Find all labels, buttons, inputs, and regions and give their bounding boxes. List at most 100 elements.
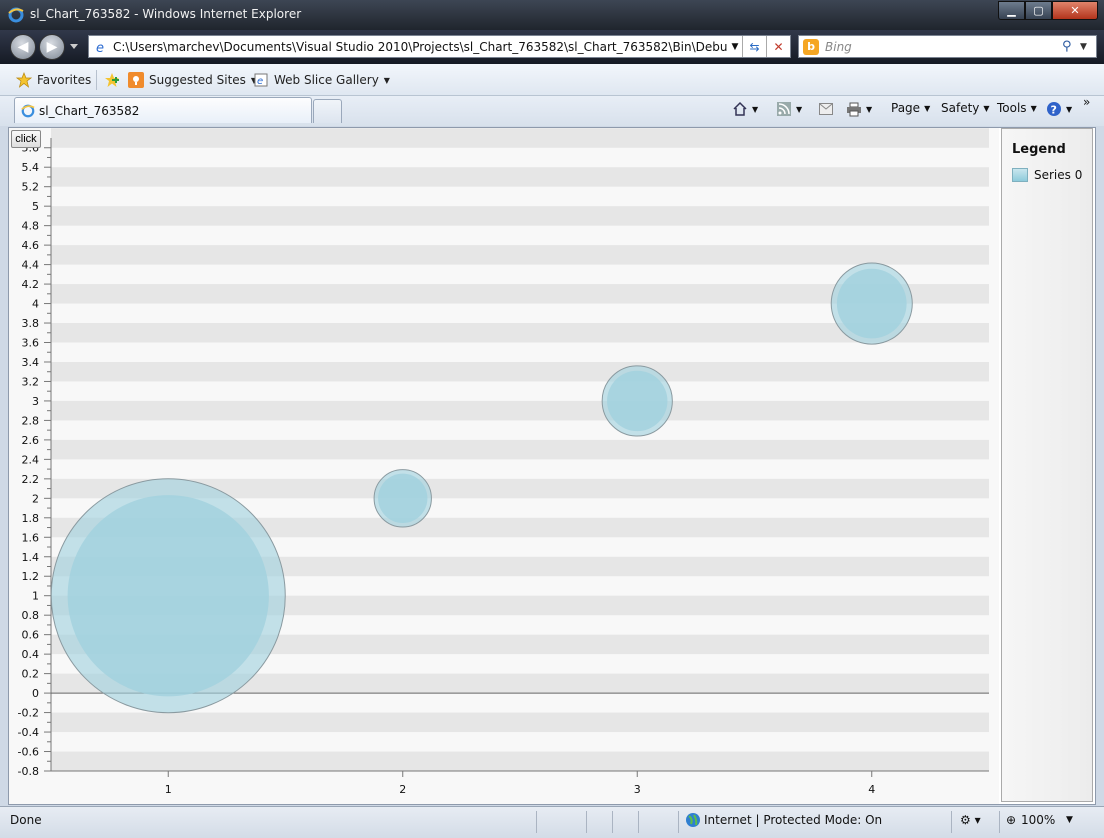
web-slice-gallery-label: Web Slice Gallery [274,73,379,87]
svg-text:e: e [257,76,263,87]
suggested-sites-icon [128,72,144,88]
y-tick-label: 3 [32,395,39,408]
minimize-button[interactable]: ▁ [998,1,1025,20]
y-tick-label: 2.4 [22,453,40,466]
web-slice-icon: e [253,72,269,88]
close-button[interactable]: ✕ [1052,1,1098,20]
bubble-core [836,268,907,339]
legend-item-series-0: Series 0 [1012,168,1082,182]
safety-menu[interactable]: Safety ▼ [941,101,990,115]
security-zone[interactable]: Internet | Protected Mode: On [704,813,882,827]
web-slice-gallery-link[interactable]: e Web Slice Gallery ▼ [253,72,390,88]
y-tick-label: 5 [32,200,39,213]
y-tick-label: 0 [32,687,39,700]
add-favorites-button[interactable] [104,72,125,88]
rss-feed-icon [776,101,792,117]
star-icon [16,72,32,88]
title-bar: sl_Chart_763582 - Windows Internet Explo… [0,0,1104,30]
address-text[interactable]: C:\Users\marchev\Documents\Visual Studio… [113,40,728,54]
favorites-bar: Favorites Suggested Sites ▼ e Web Slice … [0,64,1104,96]
chevron-down-icon: ▼ [866,104,873,114]
globe-icon [685,812,701,831]
back-button[interactable]: ◀ [10,34,36,60]
y-tick-label: 4.8 [22,220,40,233]
zoom-icon[interactable]: ⊕ [1006,813,1016,827]
click-button[interactable]: click [11,130,41,148]
maximize-button[interactable]: ▢ [1025,1,1052,20]
chevron-down-icon: ▼ [1030,103,1037,113]
y-tick-label: -0.8 [18,765,39,778]
help-button[interactable]: ? ▼ [1046,101,1072,117]
y-tick-label: 3.2 [22,375,40,388]
grid-stripe [51,167,989,187]
bubble-core [607,370,668,432]
search-dropdown-icon[interactable]: ▼ [1080,42,1096,52]
stop-icon[interactable]: ✕ [766,36,790,57]
status-divider [638,811,639,833]
forward-button[interactable]: ▶ [39,34,65,60]
bubble-core [67,495,269,697]
legend-label: Series 0 [1034,168,1083,182]
grid-stripe [51,245,989,265]
chevron-down-icon: ▼ [383,75,390,85]
grid-stripe [51,400,989,421]
refresh-icon[interactable]: ⇆ [742,36,766,57]
y-tick-label: 0.2 [22,668,40,681]
tools-menu[interactable]: Tools ▼ [997,101,1037,115]
status-divider [999,811,1000,833]
status-divider [612,811,613,833]
search-box[interactable]: b Bing ⚲ ▼ [798,35,1097,58]
suggested-sites-label: Suggested Sites [149,73,246,87]
page-icon: e [93,39,109,56]
grid-stripe [51,206,989,226]
zoom-dropdown-icon[interactable]: ▼ [1066,815,1073,825]
suggested-sites-link[interactable]: Suggested Sites ▼ [128,72,257,88]
tab-sl-chart[interactable]: sl_Chart_763582 [14,97,312,123]
feeds-button[interactable]: ▼ [776,101,802,117]
ie-logo-icon [8,7,24,23]
favbar-divider [96,70,97,90]
address-bar[interactable]: e C:\Users\marchev\Documents\Visual Stud… [88,35,791,58]
more-commands-chevron-icon[interactable]: » [1083,95,1090,109]
grid-stripe [51,439,989,460]
address-dropdown-icon[interactable]: ▼ [728,42,742,52]
y-tick-label: -0.2 [18,707,39,720]
bubble-core [378,473,428,523]
new-tab-button[interactable] [313,99,342,123]
address-row: ◀ ▶ e C:\Users\marchev\Documents\Visual … [0,30,1104,64]
y-tick-label: 4 [32,298,39,311]
search-placeholder[interactable]: Bing [825,40,1062,54]
home-button[interactable]: ▼ [732,101,758,117]
protected-mode-icon[interactable]: ⚙ ▾ [960,813,981,827]
chevron-down-icon: ▼ [752,104,759,114]
status-bar: Done Internet | Protected Mode: On ⚙ ▾ ⊕… [0,806,1104,838]
maximize-icon: ▢ [1033,4,1044,17]
y-tick-label: -0.6 [18,746,39,759]
home-icon [732,101,748,117]
legend-title: Legend [1012,142,1066,157]
read-mail-button[interactable] [818,101,834,117]
y-tick-label: 5.4 [22,161,40,174]
y-tick-label: -0.4 [18,726,39,739]
printer-icon [846,101,862,117]
chart-plot: -0.8 -0.6 -0.4 -0.2 0 0.2 0.4 0.6 0.8 1 1.2 1.4 1.6 1… [9,128,999,804]
bing-logo-icon: b [803,38,819,55]
page-menu-label: Page [891,101,921,115]
x-tick-label: 1 [165,783,172,796]
zoom-level[interactable]: 100% [1021,813,1055,827]
page-menu[interactable]: Page ▼ [891,101,930,115]
y-tick-label: 0.6 [22,629,40,642]
y-tick-label: 1.2 [22,570,40,583]
favorites-button[interactable]: Favorites [16,72,91,88]
grid-stripe [51,361,989,382]
y-tick-label: 1.6 [22,531,40,544]
forward-arrow-icon: ▶ [46,39,58,55]
y-tick-label: 0.8 [22,609,40,622]
legend-swatch [1012,168,1028,182]
y-tick-label: 3.4 [22,356,40,369]
y-tick-label: 1 [32,590,39,603]
print-button[interactable]: ▼ [846,101,872,117]
history-dropdown-icon[interactable] [70,44,78,49]
search-icon[interactable]: ⚲ [1062,39,1080,54]
close-icon: ✕ [1070,4,1080,17]
